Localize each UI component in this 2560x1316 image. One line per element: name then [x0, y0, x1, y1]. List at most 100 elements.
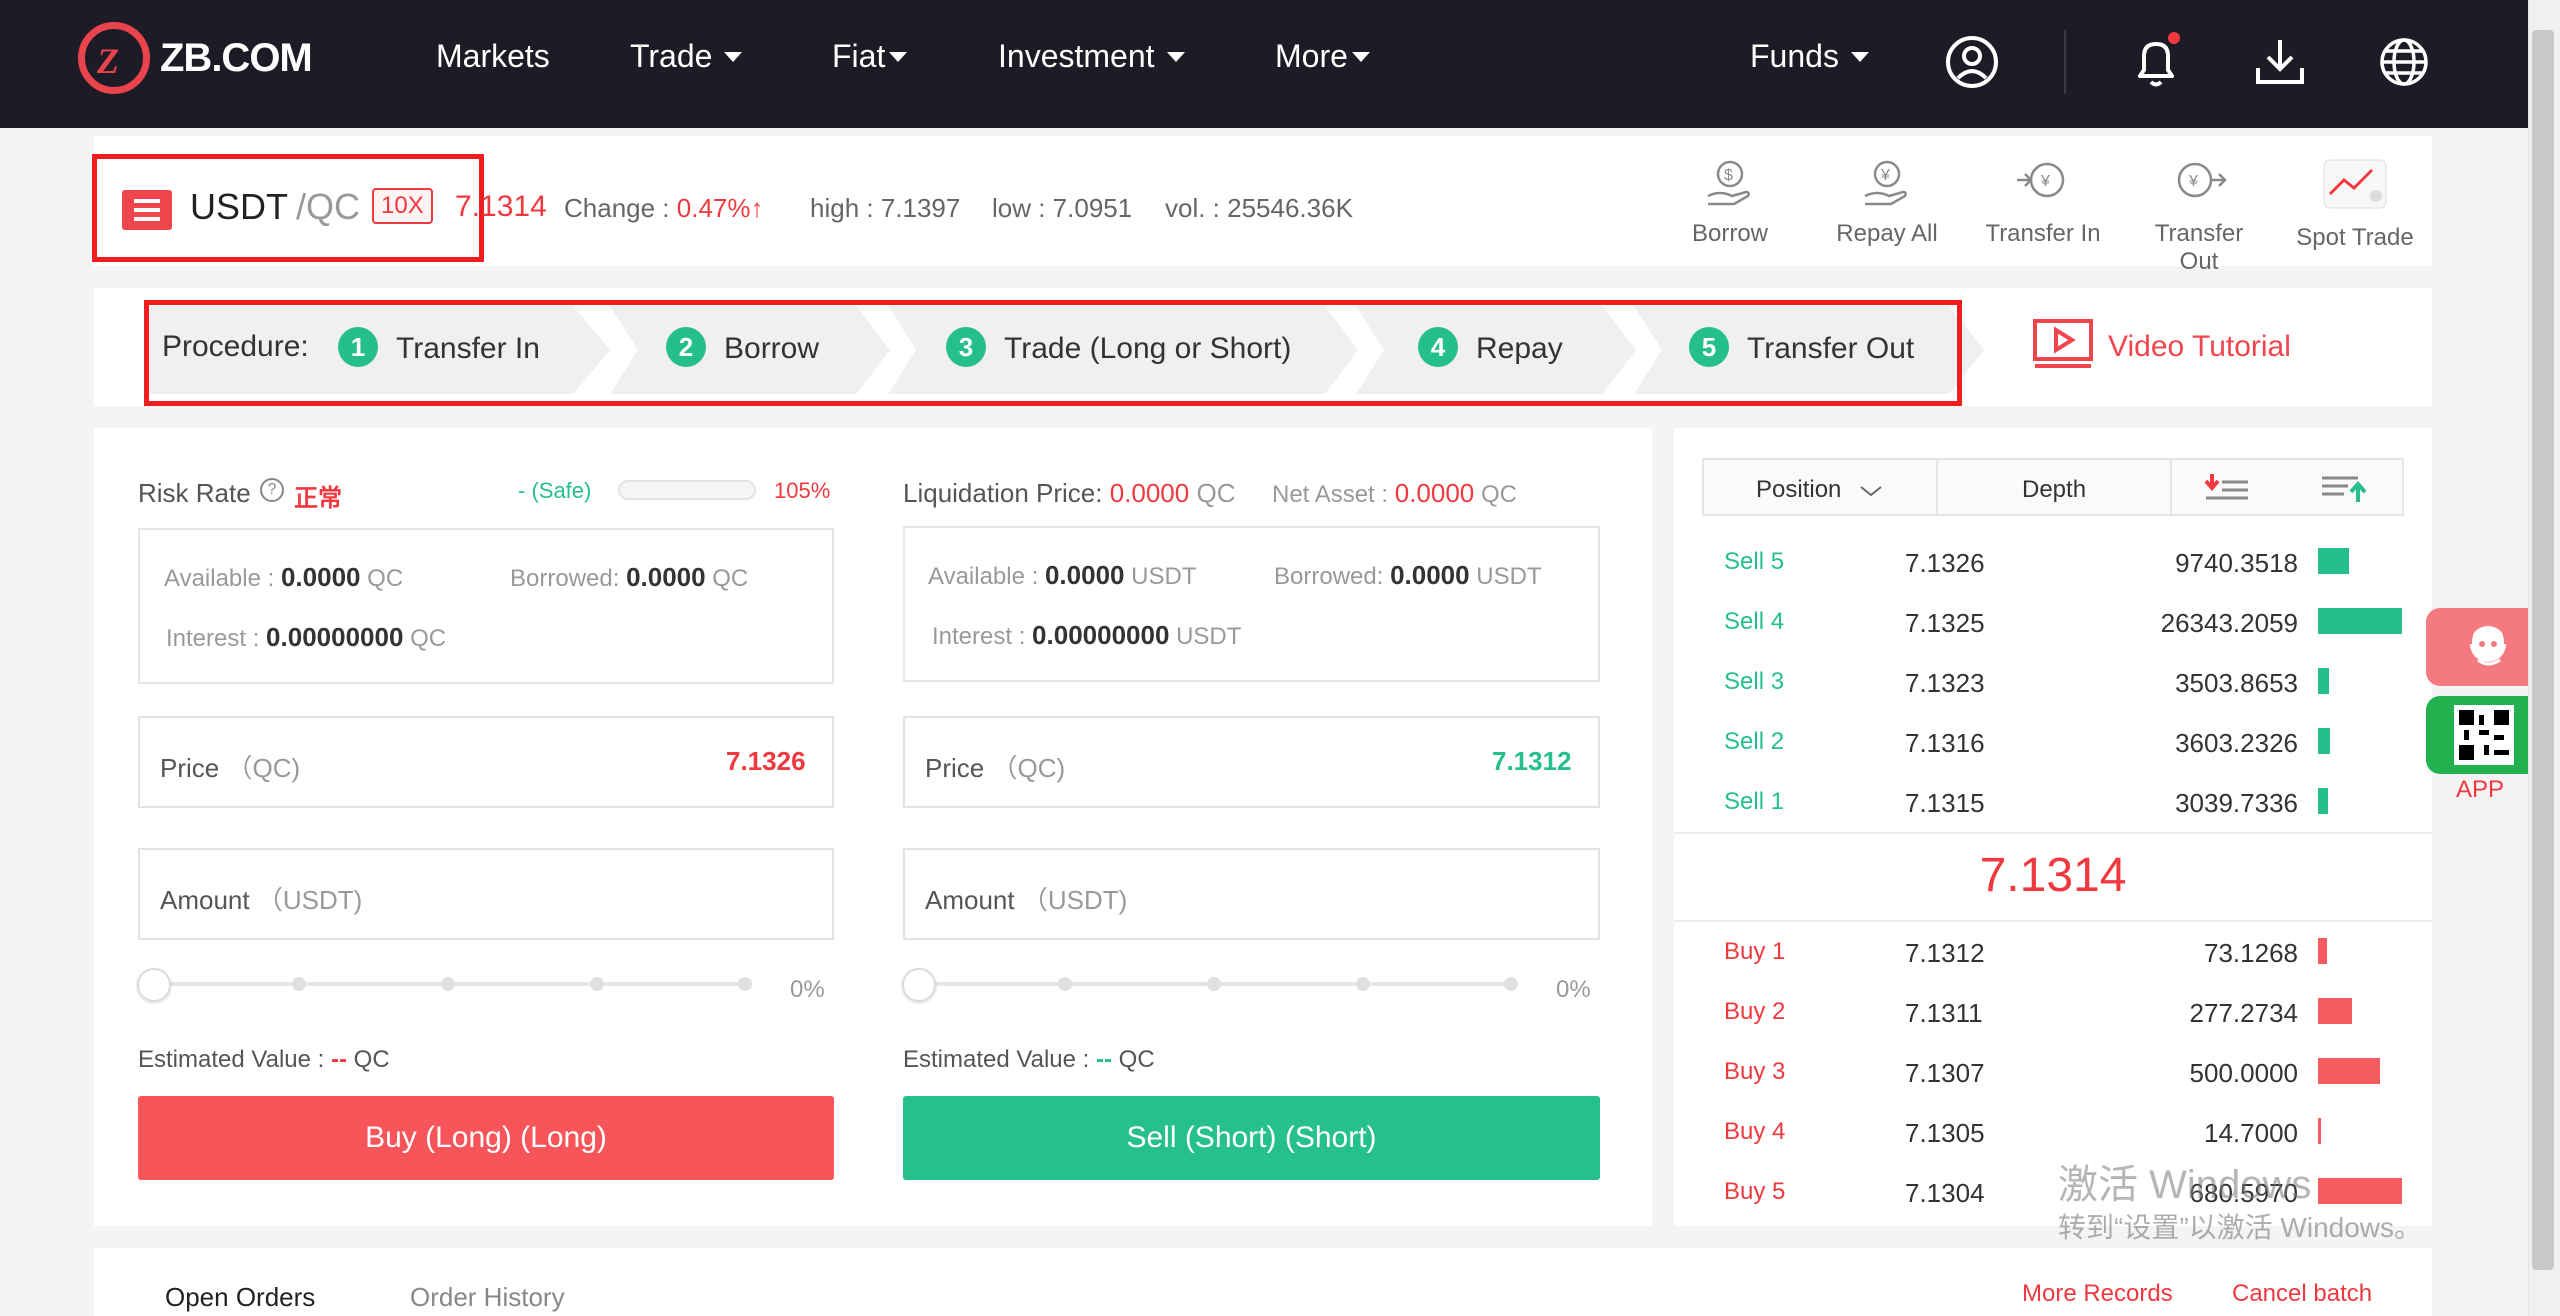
chevron-down-icon — [1351, 51, 1370, 62]
step-transfer-in: 1 Transfer In — [338, 327, 540, 370]
transfer-in-icon: ¥ — [2017, 162, 2065, 198]
bid-price: 7.1312 — [1905, 938, 1985, 968]
ask-depth-bar — [2318, 668, 2329, 694]
leverage-badge: 10X — [372, 188, 433, 224]
chart-trend-icon — [2323, 159, 2387, 209]
nav-funds[interactable]: Funds — [1750, 38, 1869, 75]
buy-borrowed: Borrowed: 0.0000 QC — [510, 562, 749, 592]
nav-markets[interactable]: Markets — [436, 38, 550, 75]
support-icon — [2468, 619, 2508, 666]
slider-dot[interactable] — [441, 977, 455, 991]
buy-slider-handle[interactable] — [137, 968, 171, 1002]
globe-icon[interactable] — [2374, 30, 2434, 94]
sort-up-icon[interactable] — [2318, 472, 2368, 504]
more-records-link[interactable]: More Records — [2022, 1280, 2173, 1308]
nav-trade[interactable]: Trade — [630, 38, 743, 75]
bid-row[interactable]: Buy 3 7.1307 500.0000 — [1700, 1058, 2410, 1118]
chevron-down-icon — [1166, 51, 1185, 62]
ask-row[interactable]: Sell 3 7.1323 3503.8653 — [1700, 668, 2410, 728]
risk-rate-label: Risk Rate — [138, 478, 251, 508]
ask-row[interactable]: Sell 1 7.1315 3039.7336 — [1700, 788, 2410, 848]
buy-long-button[interactable]: Buy (Long) (Long) — [138, 1096, 834, 1180]
sell-short-button[interactable]: Sell (Short) (Short) — [903, 1096, 1600, 1180]
bid-row[interactable]: Buy 1 7.1312 73.1268 — [1700, 938, 2410, 998]
ask-price: 7.1315 — [1905, 788, 1985, 818]
bid-depth-bar — [2318, 1178, 2402, 1204]
volume-stat: vol. : 25546.36K — [1165, 193, 1353, 223]
tab-divider — [2170, 460, 2172, 514]
pair-base[interactable]: USDT — [190, 186, 288, 228]
cancel-batch-link[interactable]: Cancel batch — [2232, 1280, 2372, 1308]
video-tutorial-link[interactable]: Video Tutorial — [2108, 330, 2291, 364]
logo-text: ZB.COM — [160, 36, 313, 80]
divider — [1674, 832, 2432, 834]
user-icon[interactable] — [1942, 30, 2002, 94]
help-icon[interactable]: ? — [260, 478, 284, 502]
ask-label: Sell 1 — [1724, 788, 1785, 815]
ask-label: Sell 2 — [1724, 728, 1785, 755]
bid-depth-bar — [2318, 938, 2327, 964]
sell-balance-box — [903, 526, 1600, 682]
scrollbar-thumb[interactable] — [2532, 30, 2554, 1270]
chevron-down-icon — [1850, 51, 1869, 62]
procedure-label: Procedure: — [162, 330, 309, 363]
ask-row[interactable]: Sell 2 7.1316 3603.2326 — [1700, 728, 2410, 788]
sell-price-value[interactable]: 7.1312 — [1492, 746, 1572, 777]
buy-slider-percent: 0% — [790, 976, 825, 1003]
nav-more[interactable]: More — [1275, 38, 1370, 75]
nav-fiat[interactable]: Fiat — [832, 38, 908, 75]
app-label[interactable]: APP — [2456, 776, 2504, 804]
ask-price: 7.1323 — [1905, 668, 1985, 698]
repay-all-button[interactable]: ¥ Repay All — [1822, 156, 1952, 248]
windows-watermark-title: 激活 Windows — [2058, 1163, 2312, 1207]
bid-amount: 277.2734 — [2189, 998, 2298, 1028]
transfer-out-button[interactable]: ¥ Transfer Out — [2134, 156, 2264, 276]
slider-dot[interactable] — [292, 977, 306, 991]
brand-logo[interactable]: Z ZB.COM — [78, 22, 408, 106]
bell-icon[interactable] — [2126, 30, 2186, 94]
slider-dot[interactable] — [590, 977, 604, 991]
transfer-in-button[interactable]: ¥ Transfer In — [1978, 156, 2108, 248]
app-qr-button[interactable] — [2426, 696, 2528, 774]
tab-order-history[interactable]: Order History — [410, 1282, 565, 1313]
step-repay: 4 Repay — [1418, 327, 1563, 370]
slider-dot[interactable] — [1207, 977, 1221, 991]
video-icon[interactable] — [2032, 318, 2094, 370]
slider-dot[interactable] — [1356, 977, 1370, 991]
bid-label: Buy 5 — [1724, 1178, 1786, 1205]
risk-status: 正常 — [294, 485, 342, 512]
spot-trade-button[interactable]: Spot Trade — [2290, 156, 2420, 252]
slider-dot[interactable] — [1504, 977, 1518, 991]
bid-amount: 73.1268 — [2204, 938, 2298, 968]
ask-amount: 9740.3518 — [2175, 548, 2298, 578]
sort-down-icon[interactable] — [2202, 472, 2252, 504]
menu-icon[interactable] — [122, 190, 172, 230]
low-stat: low : 7.0951 — [992, 193, 1133, 223]
sell-available: Available : 0.0000 USDT — [928, 560, 1197, 590]
arrow-up-icon: ↑ — [750, 193, 764, 223]
slider-dot[interactable] — [738, 977, 752, 991]
bid-label: Buy 2 — [1724, 998, 1786, 1025]
ask-label: Sell 4 — [1724, 608, 1785, 635]
net-asset: Net Asset : 0.0000 QC — [1272, 478, 1517, 508]
ask-row[interactable]: Sell 4 7.1325 26343.2059 — [1700, 608, 2410, 668]
nav-investment[interactable]: Investment — [998, 38, 1185, 75]
windows-watermark-text: 转到“设置”以激活 Windows。 — [2058, 1212, 2423, 1243]
download-icon[interactable] — [2250, 30, 2310, 94]
tab-depth[interactable]: Depth — [2022, 476, 2086, 504]
bid-price: 7.1305 — [1905, 1118, 1985, 1148]
sell-slider-handle[interactable] — [902, 968, 936, 1002]
ask-amount: 3603.2326 — [2175, 728, 2298, 758]
bid-row[interactable]: Buy 2 7.1311 277.2734 — [1700, 998, 2410, 1058]
liquidation-price: Liquidation Price: 0.0000 QC — [903, 478, 1236, 508]
customer-service-button[interactable] — [2426, 608, 2528, 686]
buy-price-value[interactable]: 7.1326 — [726, 746, 806, 777]
tab-open-orders[interactable]: Open Orders — [165, 1282, 315, 1313]
chevron-down-icon — [1860, 485, 1882, 496]
ask-row[interactable]: Sell 5 7.1326 9740.3518 — [1700, 548, 2410, 608]
tab-position[interactable]: Position — [1756, 476, 1884, 504]
bid-price: 7.1307 — [1905, 1058, 1985, 1088]
slider-dot[interactable] — [1058, 977, 1072, 991]
borrow-button[interactable]: $ Borrow — [1665, 156, 1795, 248]
step-transfer-out: 5 Transfer Out — [1689, 327, 1914, 370]
